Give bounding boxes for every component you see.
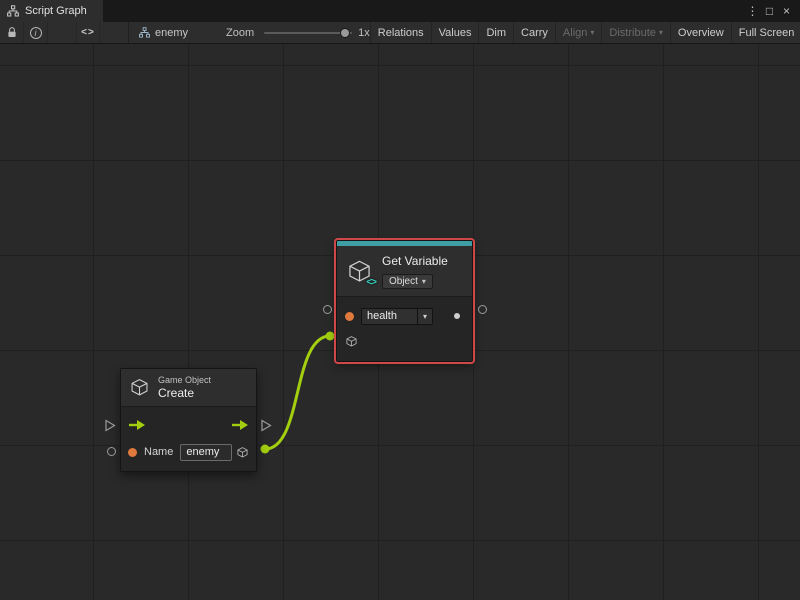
graph-canvas[interactable]: <> Get Variable Object ▾ health ▾ xyxy=(0,44,800,600)
code-icon: <> xyxy=(81,27,95,38)
full-screen-button[interactable]: Full Screen xyxy=(731,22,800,43)
script-graph-window: Script Graph ⋮ □ × i <> xyxy=(0,0,800,600)
variable-cube-icon: <> xyxy=(346,258,373,285)
relations-button[interactable]: Relations xyxy=(370,22,431,43)
get-variable-titles: Get Variable Object ▾ xyxy=(382,254,448,289)
string-input-dot[interactable] xyxy=(128,448,137,457)
align-button[interactable]: Align ▾ xyxy=(555,22,601,43)
game-object-output-cube-icon[interactable] xyxy=(236,446,249,459)
create-node-header: Game Object Create xyxy=(121,369,256,406)
string-input-dot[interactable] xyxy=(345,312,354,321)
object-input-cube-icon[interactable] xyxy=(345,335,358,348)
game-object-cube-icon xyxy=(129,377,150,398)
name-input-field[interactable]: enemy xyxy=(180,444,232,461)
name-parameter-row: Name enemy xyxy=(121,439,256,465)
lock-button[interactable] xyxy=(0,22,24,43)
tab-script-graph[interactable]: Script Graph xyxy=(0,0,103,22)
chevron-down-icon: ▾ xyxy=(423,312,427,321)
node-title: Create xyxy=(158,386,211,400)
window-menu-icon[interactable]: ⋮ xyxy=(744,0,761,22)
get-variable-node[interactable]: <> Get Variable Object ▾ health ▾ xyxy=(336,240,473,362)
lock-icon xyxy=(7,27,17,38)
distribute-button[interactable]: Distribute ▾ xyxy=(601,22,669,43)
name-label: Name xyxy=(144,446,173,458)
info-button[interactable]: i xyxy=(24,22,48,43)
flow-row xyxy=(121,411,256,439)
zoom-value: 1x xyxy=(358,27,370,39)
variable-name-row: health ▾ xyxy=(337,303,472,329)
name-input-port[interactable] xyxy=(323,305,332,314)
variable-name-field[interactable]: health ▾ xyxy=(361,308,433,325)
maximize-icon[interactable]: □ xyxy=(761,0,778,22)
flow-output-port[interactable] xyxy=(260,419,272,432)
variable-suggestions-dropdown[interactable]: ▾ xyxy=(417,309,432,324)
flow-input-port[interactable] xyxy=(104,419,116,432)
node-category: Game Object xyxy=(158,375,211,385)
node-title: Get Variable xyxy=(382,254,448,268)
edit-graph-button[interactable]: <> xyxy=(76,22,100,43)
carry-button[interactable]: Carry xyxy=(513,22,555,43)
zoom-slider-knob[interactable] xyxy=(340,28,350,38)
overview-button[interactable]: Overview xyxy=(670,22,731,43)
graph-name: enemy xyxy=(155,27,188,39)
create-game-object-node[interactable]: Game Object Create Name xyxy=(120,368,257,472)
values-button[interactable]: Values xyxy=(431,22,479,43)
value-output-dot[interactable] xyxy=(454,313,460,319)
variable-scope-dropdown[interactable]: Object ▾ xyxy=(382,274,433,289)
zoom-slider-track xyxy=(264,32,352,34)
chevron-down-icon: ▾ xyxy=(659,28,663,37)
create-node-body: Name enemy xyxy=(121,406,256,471)
object-input-row xyxy=(337,329,472,353)
value-output-port[interactable] xyxy=(478,305,487,314)
name-value-port[interactable] xyxy=(107,447,116,456)
graph-reference[interactable]: enemy xyxy=(129,27,198,39)
chevron-down-icon: ▾ xyxy=(422,277,426,286)
zoom-slider[interactable] xyxy=(264,28,352,38)
toolbar-left: i <> enemy Zoom 1x xyxy=(0,22,370,43)
flow-output-arrow-icon[interactable] xyxy=(231,419,249,431)
code-icon: <> xyxy=(366,277,376,288)
close-icon[interactable]: × xyxy=(778,0,795,22)
dim-button[interactable]: Dim xyxy=(478,22,513,43)
connection-wire[interactable] xyxy=(265,336,330,449)
zoom-label: Zoom xyxy=(226,27,254,39)
script-graph-asset-icon xyxy=(139,27,150,38)
flow-input-arrow-icon[interactable] xyxy=(128,419,146,431)
graph-icon xyxy=(7,5,19,17)
title-bar: Script Graph ⋮ □ × xyxy=(0,0,800,22)
tab-title: Script Graph xyxy=(25,5,87,17)
window-controls: ⋮ □ × xyxy=(744,0,800,22)
variable-name-value[interactable]: health xyxy=(362,309,417,324)
get-variable-header: <> Get Variable Object ▾ xyxy=(337,246,472,296)
info-icon: i xyxy=(30,27,42,39)
graph-toolbar: i <> enemy Zoom 1x xyxy=(0,22,800,44)
get-variable-body: health ▾ xyxy=(337,296,472,361)
chevron-down-icon: ▾ xyxy=(590,28,594,37)
toolbar-right: Relations Values Dim Carry Align ▾ Distr… xyxy=(370,22,800,43)
create-node-titles: Game Object Create xyxy=(158,375,211,400)
